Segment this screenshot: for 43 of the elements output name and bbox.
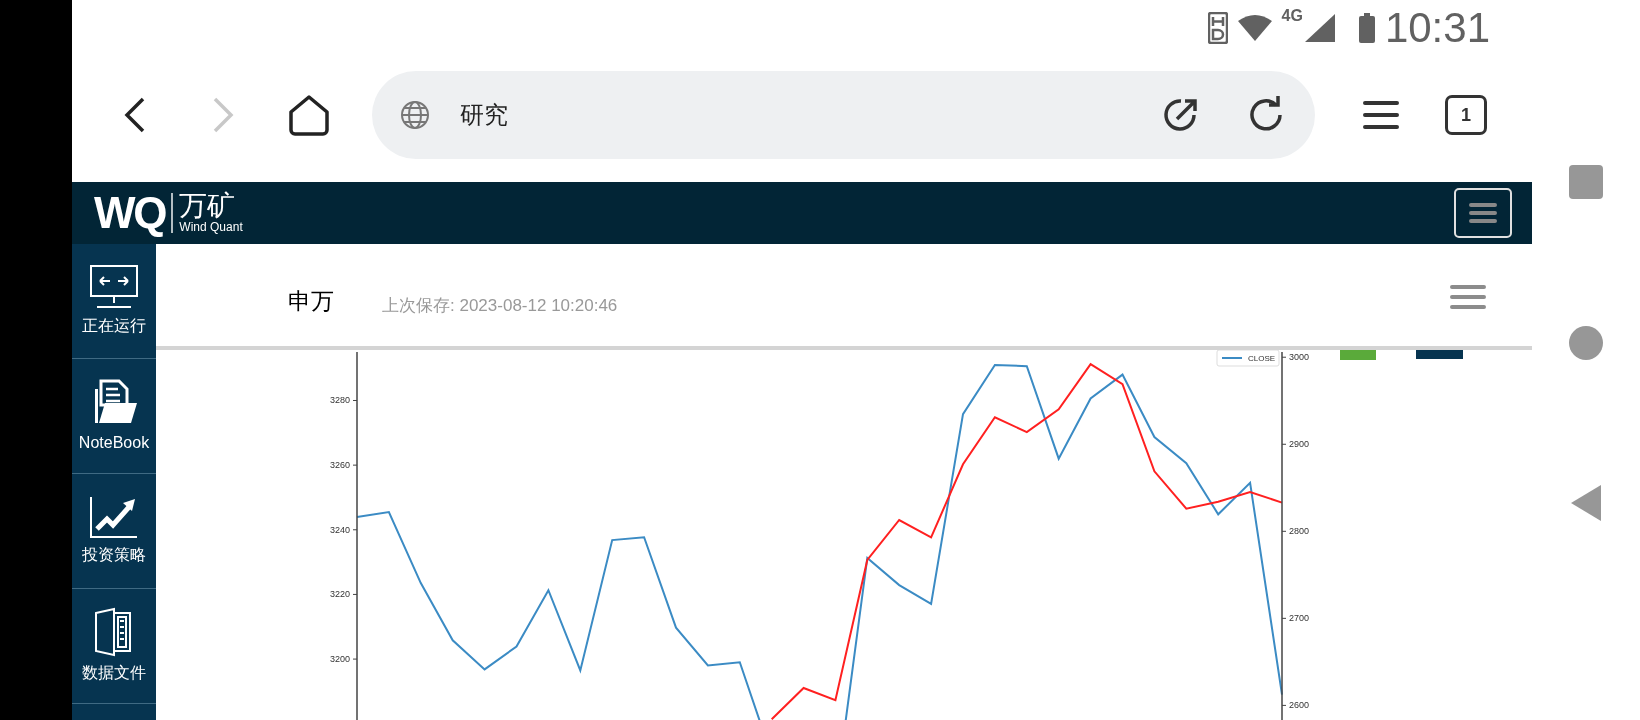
- image-thumbnail: [1416, 350, 1463, 359]
- menu-button[interactable]: [1363, 100, 1399, 130]
- clock-time: 10:31: [1384, 6, 1490, 49]
- network-type: 4G: [1281, 7, 1303, 24]
- logo-text: 万矿: [179, 191, 237, 220]
- image-thumbnail: [1340, 350, 1376, 360]
- hd-icon: [1207, 11, 1228, 44]
- address-bar[interactable]: 研究: [372, 71, 1315, 159]
- legend-label: CLOSE: [1248, 354, 1276, 363]
- logo-subtitle: Wind Quant: [179, 219, 243, 235]
- axis-tick-label: 2700: [1289, 613, 1310, 624]
- sidebar-item[interactable]: 投资策略: [72, 474, 156, 589]
- axis-tick-label: 2800: [1289, 526, 1310, 537]
- back-icon: [1569, 484, 1603, 522]
- axis-tick-label: 3000: [1289, 352, 1310, 363]
- signal-icon: [1304, 13, 1335, 42]
- axis-tick-label: 2600: [1289, 700, 1310, 711]
- logo-mark: WQ: [94, 191, 166, 235]
- wifi-icon: [1237, 14, 1272, 41]
- axis-tick-label: 3280: [329, 395, 350, 406]
- address-text: 研究: [460, 100, 508, 130]
- menu-icon: [1450, 284, 1486, 310]
- axis-tick-label: 3240: [329, 524, 350, 535]
- home-icon: [287, 94, 331, 136]
- menu-icon: [1363, 100, 1399, 130]
- trend-chart-icon: [89, 495, 139, 539]
- monitor-icon: [89, 264, 139, 310]
- battery-icon: [1358, 12, 1375, 43]
- sidebar-item[interactable]: 数据文件: [72, 589, 156, 704]
- axis-tick-label: 2900: [1289, 439, 1310, 450]
- sidebar-item[interactable]: NoteBook: [72, 359, 156, 474]
- legend-line: [1221, 357, 1243, 359]
- sidebar-item[interactable]: 正在运行: [72, 244, 156, 359]
- axis-tick-label: 3200: [329, 654, 350, 665]
- axis-tick-label: 3260: [329, 460, 350, 471]
- forward-icon: [211, 97, 235, 133]
- menu-icon: [1468, 201, 1498, 225]
- page-title: 申万: [288, 286, 334, 316]
- globe-icon: [400, 100, 430, 130]
- save-time: 上次保存: 2023-08-12 10:20:46: [382, 295, 618, 318]
- back-icon: [123, 97, 147, 133]
- axis-tick-label: 3220: [329, 589, 350, 600]
- tabs-button[interactable]: 1: [1445, 95, 1487, 135]
